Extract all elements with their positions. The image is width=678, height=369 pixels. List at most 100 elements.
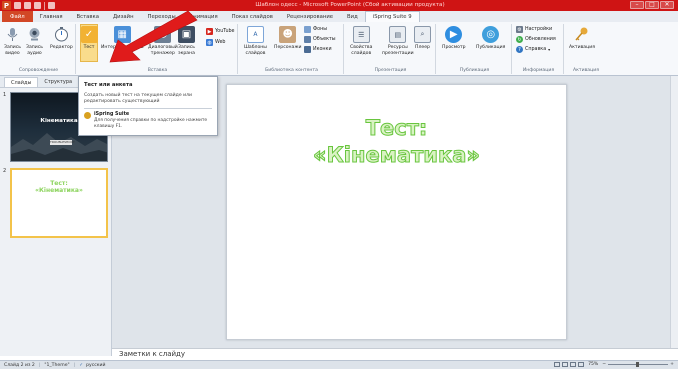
- ribbon-tabs: Файл Главная Вставка Дизайн Переходы Ани…: [0, 11, 678, 22]
- undo-icon[interactable]: [24, 2, 31, 9]
- tab-outline[interactable]: Структура: [38, 77, 78, 87]
- activation-button[interactable]: Активация: [569, 26, 595, 51]
- redo-icon[interactable]: [34, 2, 41, 9]
- slide-sorter-icon[interactable]: [562, 362, 569, 367]
- notes-field[interactable]: Заметки к слайду: [112, 348, 678, 360]
- title-bar: P Шаблон одесс - Microsoft PowerPoint (С…: [0, 0, 678, 11]
- icons-library-icon: [304, 46, 311, 53]
- tooltip-help-title: iSpring Suite: [94, 112, 130, 118]
- key-icon: [573, 26, 590, 43]
- globe-icon: ◎: [482, 26, 500, 43]
- tab-transitions[interactable]: Переходы: [141, 11, 183, 22]
- group-narration: Запись видео Запись аудио Редактор Сопро…: [2, 24, 76, 74]
- web-icon: ◍: [206, 39, 213, 46]
- view-controls: 75% − +: [554, 362, 674, 367]
- slideshow-icon[interactable]: [578, 362, 585, 367]
- reading-view-icon[interactable]: [570, 362, 577, 367]
- status-divider: |: [73, 362, 76, 368]
- slide-properties-icon: ☰: [352, 26, 370, 43]
- slide-2-thumb-title: Тест: «Кінематика»: [35, 180, 83, 194]
- zoom-slider[interactable]: [608, 362, 669, 367]
- update-icon: ↻: [516, 36, 523, 43]
- normal-view-icon[interactable]: [554, 362, 561, 367]
- slide-number-1: 1: [3, 92, 7, 98]
- updates-button[interactable]: ↻ Обновления: [516, 36, 556, 43]
- webcam-icon: [26, 26, 43, 43]
- save-icon[interactable]: [14, 2, 21, 9]
- dialog-simulator-button[interactable]: ☺ Диалоговый тренажер: [148, 26, 178, 56]
- help-icon: ?: [516, 46, 523, 53]
- character-icon: ☻: [279, 26, 297, 43]
- zoom-out-icon[interactable]: −: [602, 362, 606, 367]
- tab-insert[interactable]: Вставка: [70, 11, 106, 22]
- vertical-scrollbar[interactable]: [670, 76, 678, 348]
- tooltip-help-row: iSpring Suite Для получения справки по н…: [84, 112, 212, 129]
- settings-button[interactable]: ⚙ Настройки: [516, 26, 552, 33]
- minimize-button[interactable]: –: [630, 1, 644, 9]
- quiz-tooltip: Тест или анкета Создать новый тест на те…: [78, 76, 218, 136]
- slide-title[interactable]: Тест: «Кінематика»: [227, 115, 566, 169]
- tab-design[interactable]: Дизайн: [106, 11, 141, 22]
- interaction-button[interactable]: ▦ Интерактивность: [101, 26, 144, 51]
- editor-button[interactable]: Редактор: [50, 26, 73, 51]
- youtube-icon: ▶: [206, 28, 213, 35]
- backgrounds-button[interactable]: Фоны: [304, 26, 327, 33]
- tab-slides[interactable]: Слайды: [4, 77, 39, 87]
- dialog-icon: ☺: [154, 26, 172, 43]
- slide-number-2: 2: [3, 168, 7, 174]
- objects-icon: [304, 36, 311, 43]
- tab-home[interactable]: Главная: [33, 11, 70, 22]
- tooltip-divider: [84, 108, 212, 110]
- zoom-slider-thumb[interactable]: [636, 362, 640, 367]
- tab-review[interactable]: Рецензирование: [280, 11, 340, 22]
- web-button[interactable]: ◍ Web: [206, 39, 225, 46]
- zoom-level[interactable]: 75%: [588, 362, 598, 367]
- slide-counter: Слайд 2 из 2: [4, 362, 35, 368]
- quick-access-toolbar: P: [0, 0, 55, 11]
- group-insert: ✓ Тест ▦ Интерактивность ☺ Диалоговый тр…: [78, 24, 238, 74]
- current-slide[interactable]: Тест: «Кінематика»: [226, 84, 567, 340]
- screen-record-icon: ▣: [178, 26, 195, 43]
- customize-qat-icon[interactable]: [48, 2, 55, 9]
- powerpoint-app-icon[interactable]: P: [2, 1, 11, 10]
- spellcheck-icon[interactable]: ✓: [79, 363, 83, 368]
- ribbon: Запись видео Запись аудио Редактор Сопро…: [0, 22, 678, 76]
- player-button[interactable]: ⌕ Плеер: [414, 26, 431, 51]
- interaction-icon: ▦: [113, 26, 131, 43]
- tab-animations[interactable]: Анимация: [183, 11, 225, 22]
- quiz-button[interactable]: ✓ Тест: [80, 24, 98, 62]
- group-content-library: A Шаблоны слайдов ☻ Персонажи Фоны Объек…: [240, 24, 344, 74]
- slide-properties-button[interactable]: ☰ Свойства слайдов: [350, 26, 372, 56]
- tab-view[interactable]: Вид: [340, 11, 365, 22]
- play-icon: ▶: [445, 26, 463, 43]
- ispring-help-icon: [84, 112, 91, 120]
- characters-button[interactable]: ☻ Персонажи: [274, 26, 301, 51]
- help-button[interactable]: ? Справка ▾: [516, 46, 550, 53]
- status-divider: |: [38, 362, 41, 368]
- tooltip-title: Тест или анкета: [84, 82, 133, 88]
- record-audio-button[interactable]: Запись аудио: [26, 26, 43, 56]
- objects-button[interactable]: Объекты: [304, 36, 336, 43]
- microphone-icon: [4, 26, 21, 43]
- status-bar: Слайд 2 из 2 | "1_Theme" | ✓ русский 75%…: [0, 360, 678, 369]
- tab-slideshow[interactable]: Показ слайдов: [225, 11, 280, 22]
- preview-button[interactable]: ▶ Просмотр: [442, 26, 466, 51]
- youtube-button[interactable]: ▶ YouTube: [206, 28, 235, 35]
- backgrounds-icon: [304, 26, 311, 33]
- resources-icon: ▤: [389, 26, 407, 43]
- record-video-button[interactable]: Запись видео: [4, 26, 21, 56]
- icons-button[interactable]: Иконки: [304, 46, 332, 53]
- resources-button[interactable]: ▤ Ресурсы презентации: [382, 26, 414, 56]
- slide-templates-button[interactable]: A Шаблоны слайдов: [244, 26, 267, 56]
- screen-record-button[interactable]: ▣ Запись экрана: [178, 26, 195, 56]
- tab-file[interactable]: Файл: [2, 11, 33, 22]
- tab-ispring-suite[interactable]: iSpring Suite 9: [364, 11, 420, 22]
- zoom-in-icon[interactable]: +: [670, 362, 674, 367]
- slide-thumbnail-2[interactable]: Тест: «Кінематика»: [10, 168, 108, 238]
- language-indicator[interactable]: русский: [86, 363, 105, 368]
- close-button[interactable]: ✕: [660, 1, 674, 9]
- publish-button[interactable]: ◎ Публикация: [476, 26, 505, 51]
- maximize-button[interactable]: □: [645, 1, 659, 9]
- player-icon: ⌕: [414, 26, 431, 43]
- theme-name: "1_Theme": [44, 362, 70, 368]
